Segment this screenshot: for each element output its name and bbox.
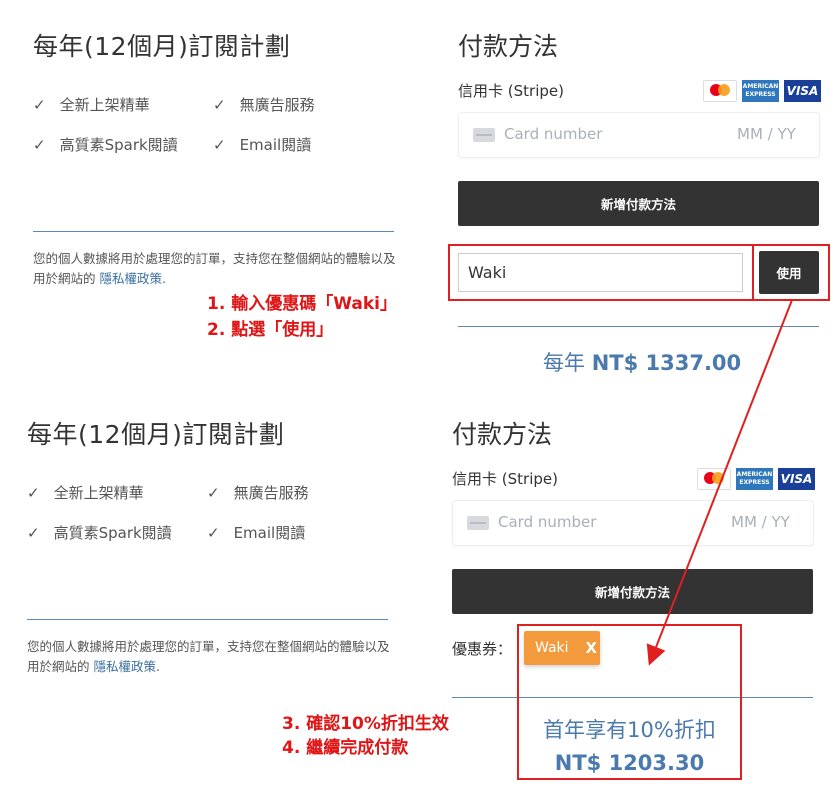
annotation-arrow bbox=[646, 299, 793, 666]
